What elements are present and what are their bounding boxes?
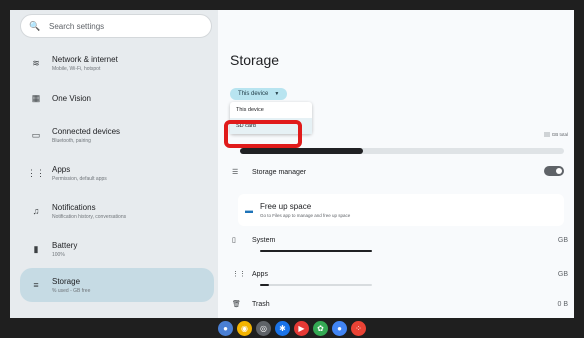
storage-manager-row[interactable]: ☰ Storage manager xyxy=(232,164,568,180)
google-apps-icon[interactable]: ⁘ xyxy=(351,320,366,336)
sidebar-item-notifications[interactable]: ♫ Notifications Notification history, co… xyxy=(20,196,214,226)
device-dropdown[interactable]: This device ▼ xyxy=(230,88,288,100)
storage-usage-fill xyxy=(240,148,364,154)
toggle-knob xyxy=(556,168,562,174)
wifi-icon: ≋ xyxy=(32,57,40,68)
redacted-value xyxy=(543,132,550,137)
taskbar: ● ◉ ◎ ✱ ▶ ✿ ● ⁘ xyxy=(0,318,584,338)
files-icon: ▬ xyxy=(245,205,253,215)
sidebar-item-battery[interactable]: ▮ Battery 100% xyxy=(20,234,214,264)
storage-manager-toggle[interactable] xyxy=(544,166,564,176)
sidebar-item-sublabel: 100% xyxy=(52,251,65,258)
assistant-icon[interactable]: ● xyxy=(332,320,347,336)
launcher-icon[interactable]: ● xyxy=(218,320,233,336)
category-label: System xyxy=(252,236,276,244)
sidebar-item-sublabel: Permission, default apps xyxy=(52,175,107,182)
devices-icon: ▭ xyxy=(31,129,41,140)
sidebar: 🔍 Search settings ≋ Network & internet M… xyxy=(10,10,218,318)
apps-grid-icon: ⋮⋮ xyxy=(232,271,246,278)
storage-manager-label: Storage manager xyxy=(252,168,307,176)
category-label: Apps xyxy=(252,270,268,278)
category-row-system[interactable]: ▯ System GB xyxy=(232,232,568,248)
category-value: GB xyxy=(557,270,568,278)
sidebar-item-sublabel: Bluetooth, pairing xyxy=(52,137,91,144)
sidebar-item-apps[interactable]: ⋮⋮ Apps Permission, default apps xyxy=(20,158,214,188)
sidebar-item-storage[interactable]: ≡ Storage % used - GB free xyxy=(20,268,214,302)
search-placeholder: Search settings xyxy=(49,21,105,31)
free-up-subtitle: Go to Files app to manage and free up sp… xyxy=(260,213,351,218)
page-title: Storage xyxy=(230,52,280,68)
sidebar-item-connected-devices[interactable]: ▭ Connected devices Bluetooth, pairing xyxy=(20,120,214,150)
bell-icon: ♫ xyxy=(32,206,40,216)
sidebar-item-network[interactable]: ≋ Network & internet Mobile, Wi-Fi, hots… xyxy=(20,48,214,78)
category-row-trash[interactable]: 🗑 Trash 0 B xyxy=(232,296,568,312)
menu-option-this-device[interactable]: This device xyxy=(230,102,312,118)
category-bar-fill xyxy=(260,250,372,252)
sidebar-item-label: Apps xyxy=(52,164,71,174)
sidebar-item-label: Connected devices xyxy=(52,126,121,136)
storage-total-label: GB total xyxy=(551,132,568,137)
photos-icon[interactable]: ✿ xyxy=(313,320,328,336)
free-up-title: Free up space xyxy=(260,202,312,211)
sidebar-item-label: Storage xyxy=(52,276,81,286)
settings-icon[interactable]: ✱ xyxy=(275,320,290,336)
trash-icon: 🗑 xyxy=(232,301,241,308)
category-value: 0 B xyxy=(557,300,568,308)
storage-total: GB total xyxy=(543,132,568,137)
category-row-apps[interactable]: ⋮⋮ Apps GB xyxy=(232,266,568,282)
battery-icon: ▮ xyxy=(33,243,39,254)
apps-grid-icon: ⋮⋮ xyxy=(27,167,45,178)
chevron-down-icon: ▼ xyxy=(274,91,280,97)
category-label: Trash xyxy=(252,300,270,308)
device-dropdown-value: This device xyxy=(238,91,269,97)
category-bar-fill xyxy=(260,284,269,286)
sidebar-item-sublabel: % used - GB free xyxy=(52,287,91,294)
play-store-icon[interactable]: ▶ xyxy=(294,320,309,336)
sidebar-item-sublabel: Mobile, Wi-Fi, hotspot xyxy=(52,65,101,72)
sidebar-item-one-vision[interactable]: ▦ One Vision xyxy=(20,86,214,110)
sidebar-item-label: Network & internet xyxy=(52,54,118,64)
search-icon: 🔍 xyxy=(29,20,41,31)
sidebar-item-label: One Vision xyxy=(52,93,91,103)
highlight-annotation xyxy=(224,120,302,148)
sidebar-item-label: Notifications xyxy=(52,202,96,212)
settings-screen: 🔍 Search settings ≋ Network & internet M… xyxy=(10,10,574,318)
category-value: GB xyxy=(557,236,568,244)
category-bar-track xyxy=(260,284,372,286)
camera-icon[interactable]: ◎ xyxy=(256,320,271,336)
sidebar-item-label: Battery xyxy=(52,240,78,250)
storage-panel: Storage This device ▼ GB total This devi… xyxy=(218,10,574,318)
free-up-space-card[interactable]: ▬ Free up space Go to Files app to manag… xyxy=(238,194,564,226)
storage-manager-icon: ☰ xyxy=(232,169,239,176)
chrome-icon[interactable]: ◉ xyxy=(237,320,252,336)
device-frame: 🔍 Search settings ≋ Network & internet M… xyxy=(0,0,584,338)
storage-icon: ≡ xyxy=(33,280,39,290)
system-icon: ▯ xyxy=(232,237,236,244)
search-bar[interactable]: 🔍 Search settings xyxy=(20,14,212,38)
grid-icon: ▦ xyxy=(31,92,41,103)
sidebar-item-sublabel: Notification history, conversations xyxy=(52,213,127,220)
